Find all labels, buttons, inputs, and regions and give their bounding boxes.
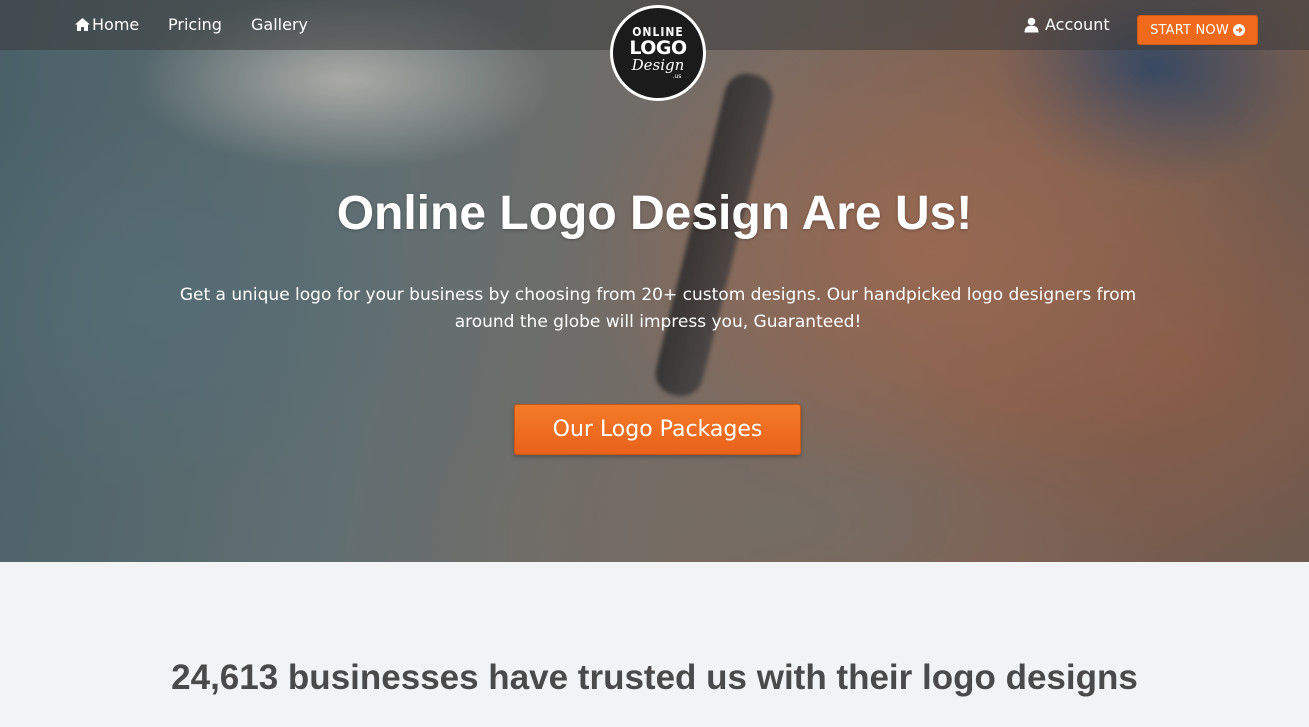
logo-text-design: Design [631, 56, 685, 74]
logo-text-us: .us [672, 73, 682, 80]
home-icon [75, 18, 90, 31]
nav-account-link[interactable]: Account [1024, 15, 1110, 34]
nav-account-label: Account [1045, 15, 1110, 34]
hero-headline: Online Logo Design Are Us! [336, 187, 973, 240]
trust-headline: 24,613 businesses have trusted us with t… [171, 658, 1138, 697]
start-now-label: START NOW [1150, 22, 1229, 38]
hero-subtext: Get a unique logo for your business by c… [179, 285, 1137, 332]
nav-home-link[interactable]: Home [74, 15, 139, 34]
arrow-circle-right-icon [1232, 24, 1245, 36]
nav-pricing-link[interactable]: Pricing [168, 15, 222, 34]
nav-home-label: Home [92, 15, 140, 34]
user-icon [1024, 17, 1039, 32]
logo-packages-button[interactable]: Our Logo Packages [514, 404, 801, 455]
start-now-button[interactable]: START NOW [1137, 15, 1258, 45]
nav-gallery-link[interactable]: Gallery [251, 15, 308, 34]
site-logo[interactable]: ONLINE LOGO Design .us [610, 5, 706, 101]
